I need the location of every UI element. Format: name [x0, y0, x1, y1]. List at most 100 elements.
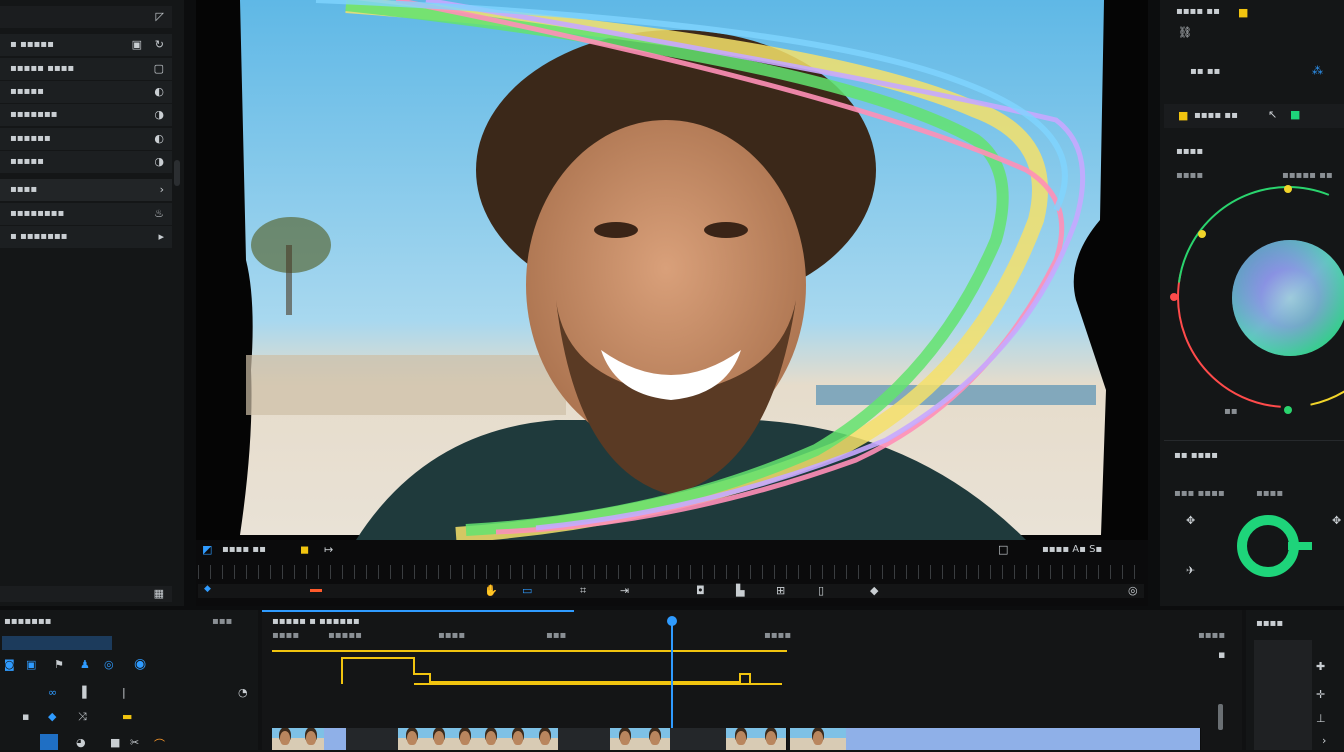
link-icon[interactable]: ∞: [48, 686, 57, 699]
clip-thumb[interactable]: [452, 728, 479, 750]
sidebar-item-4[interactable]: ▪▪▪▪▪▪▪ ◑: [0, 104, 172, 126]
tools-icon[interactable]: ⊥: [1316, 712, 1326, 725]
keyframe-graph[interactable]: [262, 656, 782, 706]
settings-icon[interactable]: ◎: [1128, 584, 1138, 597]
clip-thumb[interactable]: [478, 728, 505, 750]
link-icon[interactable]: ⛓: [1178, 26, 1192, 39]
fit-icon[interactable]: ◩: [202, 543, 212, 556]
network-icon[interactable]: ⁂: [1312, 64, 1323, 77]
scrubber-bar[interactable]: ◆ ✋ ▭ ⌗ ⇥ ◘ ▙ ⊞ ▯ ◆ ◎: [198, 584, 1144, 598]
chevron-icon[interactable]: ›: [160, 183, 164, 196]
shuffle-icon[interactable]: ⤨: [78, 710, 87, 724]
globe-icon[interactable]: ◐: [154, 85, 164, 98]
stop-icon[interactable]: □: [998, 543, 1008, 556]
clip-thumb[interactable]: [726, 728, 757, 750]
green-ring-knob[interactable]: [1232, 508, 1312, 588]
sidebar-item-8[interactable]: ▪▪▪▪▪▪▪▪ ♨: [0, 203, 172, 225]
cube-icon[interactable]: ▢: [154, 62, 164, 75]
flame-icon[interactable]: ♨: [154, 207, 164, 220]
timeline-tool-row: [2, 636, 112, 650]
green-swatch-icon[interactable]: ■: [1290, 108, 1300, 121]
timecode-6: ▪▪▪▪: [1198, 630, 1226, 641]
clip-thumb[interactable]: [426, 728, 453, 750]
play-icon[interactable]: ▸: [158, 230, 164, 243]
clip-thumb[interactable]: [640, 728, 671, 750]
clip-thumb[interactable]: [398, 728, 427, 750]
scrubber-ruler[interactable]: [198, 565, 1144, 579]
plus-icon[interactable]: ✚: [1316, 660, 1325, 673]
hand-icon[interactable]: ✋: [484, 584, 498, 597]
clip-thumb[interactable]: [324, 728, 347, 750]
sidebar-item-9[interactable]: ▪ ▪▪▪▪▪▪▪ ▸: [0, 226, 172, 248]
flag-icon[interactable]: ⚑: [54, 658, 64, 671]
headphone-icon[interactable]: ◕: [76, 736, 86, 749]
timeline-vscroll[interactable]: [1218, 704, 1223, 730]
envelope-icon[interactable]: ▬: [122, 710, 132, 723]
sidebar-item-2[interactable]: ▪▪▪▪▪ ▪▪▪▪ ▢: [0, 58, 172, 80]
lock-icon[interactable]: |: [122, 686, 126, 699]
menu-icon[interactable]: ◸: [156, 10, 164, 23]
clip-thumb[interactable]: [978, 728, 1035, 750]
refresh-icon[interactable]: ↻: [155, 38, 164, 51]
tag-icon[interactable]: ◆: [870, 584, 878, 597]
globe-icon[interactable]: ◑: [154, 155, 164, 168]
speaker-icon[interactable]: ◔: [238, 686, 248, 699]
marker-icon[interactable]: ◼: [300, 543, 309, 556]
clip-thumb[interactable]: [298, 728, 325, 750]
clip-thumb[interactable]: [532, 728, 559, 750]
select-icon[interactable]: ▭: [522, 584, 532, 597]
sidebar-item-5[interactable]: ▪▪▪▪▪▪ ◐: [0, 128, 172, 150]
clip-thumb[interactable]: [1034, 728, 1075, 750]
sidebar-item-3[interactable]: ▪▪▪▪▪ ◐: [0, 81, 172, 103]
cross-icon[interactable]: ✛: [1316, 688, 1325, 701]
mic-icon[interactable]: ✂: [130, 736, 139, 749]
crop-icon[interactable]: ⌗: [580, 584, 586, 598]
loop-icon[interactable]: ◎: [104, 658, 114, 671]
expand-icon[interactable]: ✥: [1332, 514, 1341, 527]
warning-icon[interactable]: ■: [1178, 109, 1188, 122]
clip-thumb[interactable]: [790, 728, 847, 750]
playhead-handle[interactable]: [667, 616, 677, 626]
clip-thumb[interactable]: [272, 728, 299, 750]
clip-thumb[interactable]: [1150, 728, 1201, 750]
preview-frame[interactable]: [196, 0, 1148, 540]
sidebar-item-7[interactable]: ▪▪▪▪ ›: [0, 179, 172, 201]
slides-icon[interactable]: ▣: [26, 658, 36, 671]
mask-icon[interactable]: ◘: [696, 584, 705, 597]
globe-icon[interactable]: ◐: [154, 132, 164, 145]
sidebar-item-6[interactable]: ▪▪▪▪▪ ◑: [0, 151, 172, 173]
move-icon[interactable]: ✥: [1186, 514, 1195, 527]
grid-icon[interactable]: ▦: [154, 587, 164, 600]
pen-icon[interactable]: ↖: [1268, 108, 1277, 121]
scroll-icon[interactable]: ▪: [1218, 648, 1225, 661]
clip-thumb[interactable]: [846, 728, 897, 750]
ruler-icon[interactable]: ▙: [736, 584, 744, 597]
playhead-icon[interactable]: ◆: [204, 584, 211, 594]
phone-icon[interactable]: ▯: [818, 584, 824, 597]
tab-icon[interactable]: ▪: [22, 710, 29, 723]
chevron-right-icon[interactable]: ›: [1322, 734, 1326, 747]
arrow-icon[interactable]: ↦: [324, 543, 333, 556]
left-scrollbar[interactable]: [174, 160, 180, 186]
clip-thumb[interactable]: [756, 728, 787, 750]
square-icon[interactable]: ■: [110, 736, 120, 749]
square-dot-icon[interactable]: ▣: [132, 38, 142, 51]
plane-icon[interactable]: ✈: [1186, 564, 1195, 577]
sidebar-item-label: ▪▪▪▪▪▪: [10, 133, 51, 144]
sidebar-item-1[interactable]: ▪ ▪▪▪▪▪ ▣ ↻: [0, 34, 172, 56]
clip-thumb[interactable]: [504, 728, 533, 750]
flag-icon[interactable]: ■: [1238, 6, 1248, 19]
person-icon[interactable]: ♟: [80, 658, 90, 671]
globe-icon[interactable]: ◑: [154, 108, 164, 121]
grid-icon[interactable]: ⊞: [776, 584, 785, 597]
transform-icon[interactable]: ⇥: [620, 584, 629, 597]
clip-thumb[interactable]: [940, 728, 979, 750]
target-icon[interactable]: ◉: [134, 656, 146, 672]
color-wheel[interactable]: [1160, 180, 1344, 440]
diamond-icon[interactable]: ◆: [48, 710, 56, 723]
clip-thumb[interactable]: [1074, 728, 1151, 750]
film-icon[interactable]: ▐: [78, 686, 86, 699]
camera-icon[interactable]: ◙: [4, 658, 15, 671]
clip-thumb[interactable]: [896, 728, 941, 750]
clip-thumb[interactable]: [610, 728, 641, 750]
